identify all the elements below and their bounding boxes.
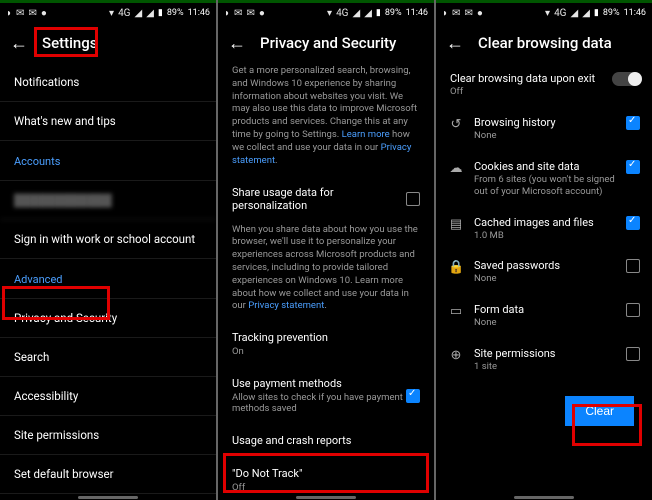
history-icon: ↺ <box>448 117 464 132</box>
cbd-item-label: Cached images and files <box>474 216 594 229</box>
page-title: Privacy and Security <box>260 34 396 52</box>
section-advanced: Advanced <box>0 259 216 299</box>
cbd-item-site-permissions[interactable]: ⊕ Site permissions1 site <box>436 338 652 382</box>
section-accounts: Accounts <box>0 141 216 181</box>
item-usage-crash[interactable]: Usage and crash reports <box>218 424 434 457</box>
item-do-not-track[interactable]: "Do Not Track"Off <box>218 457 434 494</box>
statusbar: ◗✉✉● ▾4G◢◢ ▮89%11:46 <box>436 3 652 23</box>
lock-icon: 🔒 <box>448 260 464 275</box>
item-whats-new[interactable]: What's new and tips <box>0 102 216 141</box>
item-payment-methods[interactable]: Use payment methodsAllow sites to check … <box>218 367 434 424</box>
clock: 11:46 <box>188 8 210 18</box>
checkbox[interactable] <box>626 259 640 273</box>
cbd-item-cached-images-and-files[interactable]: ▤ Cached images and files1.0 MB <box>436 207 652 251</box>
item-default-browser[interactable]: Set default browser <box>0 455 216 494</box>
back-icon[interactable]: ← <box>446 33 464 54</box>
cbd-item-label: Form data <box>474 303 524 316</box>
page-title: Settings <box>42 34 98 52</box>
item-site-permissions[interactable]: Site permissions <box>0 416 216 455</box>
cbd-item-label: Cookies and site data <box>474 160 579 173</box>
checkbox[interactable] <box>626 347 640 361</box>
cbd-item-label: Site permissions <box>474 347 555 360</box>
cbd-item-browsing-history[interactable]: ↺ Browsing historyNone <box>436 107 652 151</box>
cbd-item-sub: 1 site <box>474 361 616 373</box>
toolbar: ← Settings <box>0 23 216 63</box>
cbd-item-sub: None <box>474 317 616 329</box>
item-account-redacted[interactable]: ████████████ <box>0 181 216 220</box>
checkbox[interactable] <box>626 116 640 130</box>
share-usage-desc: When you share data about how you use th… <box>218 222 434 322</box>
back-icon[interactable]: ← <box>228 33 246 54</box>
globe-icon: ⊕ <box>448 348 464 363</box>
cbd-item-sub: 1.0 MB <box>474 230 616 242</box>
page-title: Clear browsing data <box>478 34 612 52</box>
item-search[interactable]: Search <box>0 338 216 377</box>
back-icon[interactable]: ← <box>10 33 28 54</box>
checkbox[interactable] <box>626 303 640 317</box>
item-privacy-security[interactable]: Privacy and Security <box>0 299 216 338</box>
screen-settings: ◗✉✉● ▾4G◢◢ ▮89% 11:46 ← Settings Notific… <box>0 0 216 500</box>
item-sign-in-work[interactable]: Sign in with work or school account <box>0 220 216 259</box>
item-tracking-prevention[interactable]: Tracking preventionOn <box>218 321 434 367</box>
cbd-item-cookies-and-site-data[interactable]: ☁ Cookies and site dataFrom 6 sites (you … <box>436 151 652 207</box>
checkbox-payment[interactable] <box>406 389 420 403</box>
checkbox[interactable] <box>626 216 640 230</box>
learn-more-link[interactable]: Learn more <box>342 129 390 140</box>
statusbar: ◗✉✉● ▾4G◢◢ ▮89% 11:46 <box>0 3 216 23</box>
checkbox-share-usage[interactable] <box>406 192 420 206</box>
battery-pct: 89% <box>167 8 184 18</box>
statusbar: ◗✉✉● ▾4G◢◢ ▮89%11:46 <box>218 3 434 23</box>
screen-clear-browsing-data: ◗✉✉● ▾4G◢◢ ▮89%11:46 ← Clear browsing da… <box>436 0 652 500</box>
switch-upon-exit[interactable] <box>612 72 640 86</box>
checkbox[interactable] <box>626 160 640 174</box>
cbd-item-saved-passwords[interactable]: 🔒 Saved passwordsNone <box>436 250 652 294</box>
item-notifications[interactable]: Notifications <box>0 63 216 102</box>
cbd-item-sub: None <box>474 130 616 142</box>
cloud-icon: ☁ <box>448 161 464 176</box>
cbd-item-sub: None <box>474 273 616 285</box>
cbd-item-label: Saved passwords <box>474 259 560 272</box>
image-icon: ▤ <box>448 217 464 232</box>
item-share-usage[interactable]: Share usage data for personalization <box>218 176 434 222</box>
personalized-desc: Get a more personalized search, browsing… <box>218 63 434 176</box>
form-icon: ▭ <box>448 304 464 319</box>
clear-button[interactable]: Clear <box>565 396 634 426</box>
privacy-statement-link-2[interactable]: Privacy statement <box>248 300 324 311</box>
screen-privacy-security: ◗✉✉● ▾4G◢◢ ▮89%11:46 ← Privacy and Secur… <box>218 0 434 500</box>
item-accessibility[interactable]: Accessibility <box>0 377 216 416</box>
cbd-item-form-data[interactable]: ▭ Form dataNone <box>436 294 652 338</box>
item-upon-exit[interactable]: Clear browsing data upon exitOff <box>436 63 652 107</box>
cbd-item-sub: From 6 sites (you won't be signed out of… <box>474 174 616 198</box>
cbd-item-label: Browsing history <box>474 116 556 129</box>
